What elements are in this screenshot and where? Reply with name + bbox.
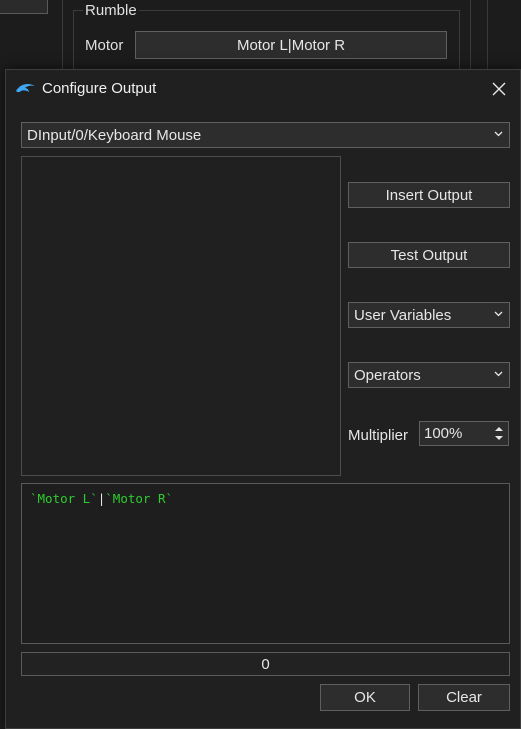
- multiplier-value: 100%: [424, 425, 463, 442]
- configure-output-dialog: Configure Output DInput/0/Keyboard Mouse…: [5, 69, 521, 729]
- background-top-button[interactable]: [0, 0, 48, 14]
- clear-button[interactable]: Clear: [418, 684, 510, 711]
- ok-button[interactable]: OK: [320, 684, 410, 711]
- divider: [487, 0, 488, 70]
- close-icon: [492, 82, 506, 96]
- divider: [62, 0, 63, 70]
- expression-token: `Motor L`: [30, 491, 98, 506]
- multiplier-label: Multiplier: [348, 427, 409, 444]
- dialog-title: Configure Output: [42, 80, 157, 97]
- operators-select[interactable]: Operators: [348, 362, 510, 388]
- motor-label: Motor: [85, 37, 124, 54]
- expression-editor[interactable]: `Motor L`|`Motor R`: [21, 483, 510, 644]
- app-root: Rumble Motor Motor L|Motor R Configure O…: [0, 0, 521, 729]
- chevron-down-icon: [494, 371, 503, 377]
- output-list[interactable]: [21, 156, 341, 476]
- user-variables-select[interactable]: User Variables: [348, 302, 510, 328]
- chevron-down-icon: [494, 311, 503, 317]
- close-button[interactable]: [484, 75, 514, 103]
- spin-arrows-icon[interactable]: [493, 424, 505, 443]
- expression-token: `Motor R`: [105, 491, 173, 506]
- rumble-group-title: Rumble: [83, 2, 139, 19]
- operators-select-value: Operators: [354, 366, 421, 384]
- result-display: 0: [21, 652, 510, 676]
- device-select-value: DInput/0/Keyboard Mouse: [27, 126, 202, 144]
- multiplier-spinbox[interactable]: 100%: [419, 421, 509, 446]
- chevron-down-icon: [494, 131, 503, 137]
- dolphin-icon: [16, 83, 35, 93]
- insert-output-button[interactable]: Insert Output: [348, 182, 510, 208]
- user-variables-select-value: User Variables: [354, 306, 452, 324]
- title-bar[interactable]: Configure Output: [6, 70, 520, 108]
- divider: [470, 0, 471, 70]
- test-output-button[interactable]: Test Output: [348, 242, 510, 268]
- device-select[interactable]: DInput/0/Keyboard Mouse: [21, 122, 510, 148]
- motor-binding-button[interactable]: Motor L|Motor R: [135, 31, 447, 59]
